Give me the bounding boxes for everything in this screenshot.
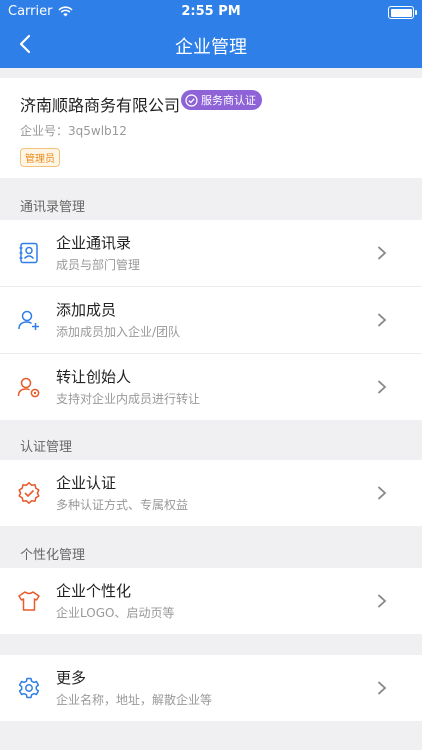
status-time: 2:55 PM	[181, 4, 241, 19]
chevron-right-icon	[378, 246, 387, 260]
company-name: 济南顺路商务有限公司	[20, 96, 181, 115]
company-id: 企业号：3q5wlb12	[20, 122, 127, 139]
row-title: 转让创始人	[56, 368, 132, 386]
chevron-right-icon	[378, 681, 387, 695]
row-title: 添加成员	[56, 301, 117, 319]
row-subtitle: 成员与部门管理	[56, 258, 141, 272]
verified-icon	[185, 93, 198, 107]
row-title: 更多	[56, 669, 87, 687]
row-more[interactable]: 更多 企业名称，地址，解散企业等	[0, 655, 422, 721]
section-title-personalize: 个性化管理	[20, 548, 86, 563]
company-card: 济南顺路商务有限公司 服务商认证 企业号：3q5wlb12 管理员	[0, 78, 422, 178]
row-add-member[interactable]: 添加成员 添加成员加入企业/团队	[0, 287, 422, 354]
row-customize[interactable]: 企业个性化 企业LOGO、启动页等	[0, 568, 422, 634]
row-subtitle: 添加成员加入企业/团队	[56, 325, 181, 339]
row-certify[interactable]: 企业认证 多种认证方式、专属权益	[0, 460, 422, 526]
section-title-contacts: 通讯录管理	[20, 200, 86, 215]
row-subtitle: 企业名称，地址，解散企业等	[56, 693, 213, 707]
certified-badge-icon	[18, 482, 40, 504]
contacts-group: 企业通讯录 成员与部门管理 添加成员 添加成员加入企业/团队 转让创始人 支持对…	[0, 220, 422, 420]
personalize-group: 企业个性化 企业LOGO、启动页等	[0, 568, 422, 634]
more-group: 更多 企业名称，地址，解散企业等	[0, 655, 422, 721]
gear-icon	[18, 677, 40, 699]
row-title: 企业个性化	[56, 582, 132, 600]
row-directory[interactable]: 企业通讯录 成员与部门管理	[0, 220, 422, 287]
top-bar: Carrier 2:55 PM 企业管理	[0, 0, 422, 68]
row-transfer-founder[interactable]: 转让创始人 支持对企业内成员进行转让	[0, 354, 422, 420]
add-user-icon	[18, 310, 39, 330]
chevron-right-icon	[378, 313, 387, 327]
status-bar: Carrier 2:55 PM	[0, 3, 422, 23]
company-id-value: 3q5wlb12	[68, 124, 127, 138]
user-settings-icon	[17, 377, 40, 398]
row-title: 企业认证	[56, 474, 117, 492]
row-title: 企业通讯录	[56, 234, 132, 252]
row-subtitle: 企业LOGO、启动页等	[56, 606, 175, 620]
row-subtitle: 支持对企业内成员进行转让	[56, 392, 201, 406]
company-id-label: 企业号：	[20, 124, 69, 138]
chevron-right-icon	[378, 594, 387, 608]
nav-bar: 企业管理	[0, 24, 422, 64]
contacts-book-icon	[19, 242, 38, 264]
auth-group: 企业认证 多种认证方式、专属权益	[0, 460, 422, 526]
chevron-right-icon	[378, 486, 387, 500]
row-subtitle: 多种认证方式、专属权益	[56, 498, 189, 512]
tshirt-icon	[18, 591, 40, 611]
chevron-right-icon	[378, 380, 387, 394]
role-badge: 管理员	[20, 148, 60, 167]
page-title: 企业管理	[175, 37, 247, 58]
certification-badge: 服务商认证	[181, 90, 262, 110]
battery-icon	[388, 6, 417, 19]
section-title-auth: 认证管理	[20, 440, 73, 455]
badge-label: 服务商认证	[201, 94, 256, 107]
